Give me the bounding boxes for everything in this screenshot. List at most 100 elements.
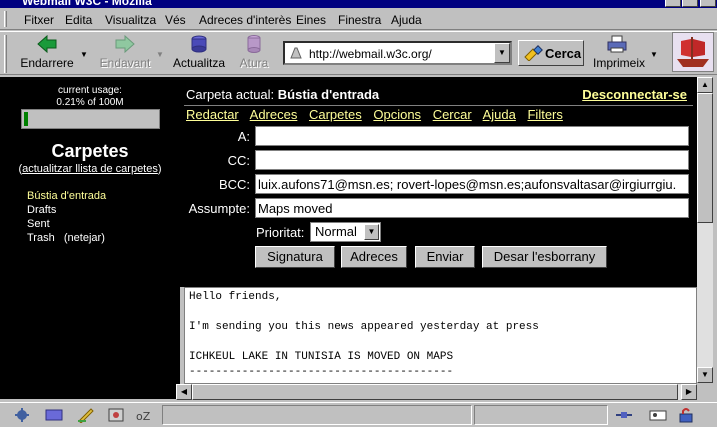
print-dropdown-icon[interactable]: ▼ — [649, 46, 659, 59]
progress-pane — [474, 405, 608, 425]
print-button[interactable]: Imprimeix — [593, 34, 646, 74]
compose-nav: Redactar Adreces Carpetes Opcions Cercar… — [186, 107, 571, 122]
priority-label: Prioritat: — [256, 225, 305, 240]
menu-help[interactable]: Ajuda — [391, 13, 422, 27]
addresses-button[interactable]: Adreces — [341, 246, 407, 268]
close-button[interactable] — [700, 0, 716, 7]
usage-bar-fill — [24, 112, 28, 126]
page-proxy-icon[interactable] — [289, 46, 303, 60]
folder-drafts[interactable]: Drafts — [27, 204, 56, 216]
address-book-icon[interactable] — [106, 407, 126, 423]
maximize-button[interactable] — [682, 0, 698, 7]
menu-bookmarks[interactable]: Adreces d'interès — [199, 13, 291, 27]
menu-window[interactable]: Finestra — [338, 13, 381, 27]
status-text-pane — [162, 405, 472, 425]
bcc-label: BCC: — [218, 177, 250, 192]
forward-button[interactable]: Endavant — [97, 34, 153, 74]
horizontal-scrollbar[interactable]: ◀ ▶ — [176, 384, 697, 400]
subject-label: Assumpte: — [188, 201, 250, 216]
folder-trash: Trash (netejar) — [27, 232, 105, 244]
nav-addresses[interactable]: Adreces — [250, 107, 298, 122]
header-divider — [184, 105, 693, 106]
vertical-scroll-thumb[interactable] — [697, 93, 713, 223]
logout-link[interactable]: Desconnectar-se — [582, 87, 687, 102]
menubar-grip[interactable] — [4, 11, 7, 27]
forward-label: Endavant — [99, 56, 151, 70]
cookie-icon[interactable] — [648, 407, 668, 423]
nav-options[interactable]: Opcions — [373, 107, 421, 122]
reload-label: Actualitza — [172, 56, 226, 70]
to-label: A: — [237, 129, 250, 144]
url-bar[interactable]: http://webmail.w3c.org/ ▼ — [283, 41, 512, 65]
search-button[interactable]: Cerca — [518, 40, 584, 66]
print-label: Imprimeix — [593, 56, 646, 70]
minimize-button[interactable] — [665, 0, 681, 7]
usage-bar — [21, 109, 160, 129]
folder-trash-label[interactable]: Trash — [27, 232, 55, 244]
url-text[interactable]: http://webmail.w3c.org/ — [309, 47, 432, 61]
security-lock-icon[interactable] — [676, 407, 696, 423]
priority-dropdown-icon[interactable]: ▼ — [364, 224, 379, 240]
nav-folders[interactable]: Carpetes — [309, 107, 362, 122]
priority-select[interactable]: Normal ▼ — [310, 222, 381, 242]
window-title: Webmail W3C - Mozilla — [22, 0, 152, 8]
chat-icon[interactable]: oZ — [134, 407, 154, 423]
nav-filters[interactable]: Filters — [527, 107, 562, 122]
usage-value: 0.21% of 100M — [56, 97, 124, 108]
cc-field[interactable] — [255, 150, 689, 170]
menu-edit[interactable]: Edita — [65, 13, 92, 27]
folder-sent[interactable]: Sent — [27, 218, 50, 230]
current-folder-name: Bústia d'entrada — [277, 87, 380, 102]
send-button[interactable]: Enviar — [415, 246, 475, 268]
ship-logo-icon — [673, 33, 713, 71]
printer-icon — [607, 35, 627, 53]
purge-trash-link[interactable]: (netejar) — [64, 232, 105, 244]
refresh-folders-label[interactable]: actualitzar llista de carpetes — [22, 163, 158, 175]
composer-icon[interactable] — [76, 407, 96, 423]
stop-label: Atura — [239, 56, 269, 70]
vertical-scrollbar[interactable]: ▲ ▼ — [697, 77, 713, 383]
forward-dropdown-icon[interactable]: ▼ — [155, 46, 165, 59]
save-draft-button[interactable]: Desar l'esborrany — [482, 246, 607, 268]
toolbar-grip[interactable] — [4, 35, 7, 73]
nav-search[interactable]: Cercar — [433, 107, 472, 122]
stop-button[interactable]: Atura — [236, 34, 272, 74]
scroll-up-icon[interactable]: ▲ — [697, 77, 713, 93]
refresh-folders-link[interactable]: (actualitzar llista de carpetes) — [0, 163, 180, 175]
message-body-text[interactable]: Hello friends, I'm sending you this news… — [185, 288, 696, 382]
horizontal-scroll-thumb[interactable] — [192, 384, 678, 400]
browser-throbber-logo[interactable] — [672, 32, 714, 72]
menu-bar: Fitxer Edita Visualitza Vés Adreces d'in… — [0, 8, 717, 30]
bcc-field[interactable]: luix.aufons71@msn.es; rovert-lopes@msn.e… — [255, 174, 689, 194]
compose-panel: Carpeta actual: Bústia d'entrada Desconn… — [180, 77, 697, 287]
menu-tools[interactable]: Eines — [296, 13, 326, 27]
folder-sidebar: current usage: 0.21% of 100M Carpetes (a… — [0, 77, 180, 399]
scroll-down-icon[interactable]: ▼ — [697, 367, 713, 383]
online-status-icon[interactable] — [614, 407, 634, 423]
back-dropdown-icon[interactable]: ▼ — [79, 46, 89, 59]
signature-button[interactable]: Signatura — [255, 246, 335, 268]
folders-title: Carpetes — [51, 141, 129, 161]
url-dropdown-icon[interactable]: ▼ — [494, 43, 510, 63]
nav-help[interactable]: Ajuda — [483, 107, 516, 122]
navigator-icon[interactable] — [12, 407, 32, 423]
subject-field[interactable]: Maps moved — [255, 198, 689, 218]
stop-icon — [247, 35, 261, 53]
menu-file[interactable]: Fitxer — [24, 13, 54, 27]
mail-icon[interactable] — [44, 407, 64, 423]
reload-icon — [191, 35, 207, 53]
menu-view[interactable]: Visualitza — [105, 13, 156, 27]
scroll-right-icon[interactable]: ▶ — [681, 384, 697, 400]
usage-label: current usage: — [58, 85, 122, 96]
message-body-textarea[interactable]: Hello friends, I'm sending you this news… — [184, 287, 697, 384]
current-folder-prefix: Carpeta actual: — [186, 87, 275, 102]
menu-go[interactable]: Vés — [165, 13, 186, 27]
svg-text:oZ: oZ — [136, 410, 151, 423]
back-button[interactable]: Endarrere — [18, 34, 76, 74]
scroll-left-icon[interactable]: ◀ — [176, 384, 192, 400]
reload-button[interactable]: Actualitza — [172, 34, 226, 74]
folder-inbox[interactable]: Bústia d'entrada — [27, 190, 106, 202]
to-field[interactable] — [255, 126, 689, 146]
nav-compose[interactable]: Redactar — [186, 107, 239, 122]
priority-value: Normal — [315, 224, 357, 239]
